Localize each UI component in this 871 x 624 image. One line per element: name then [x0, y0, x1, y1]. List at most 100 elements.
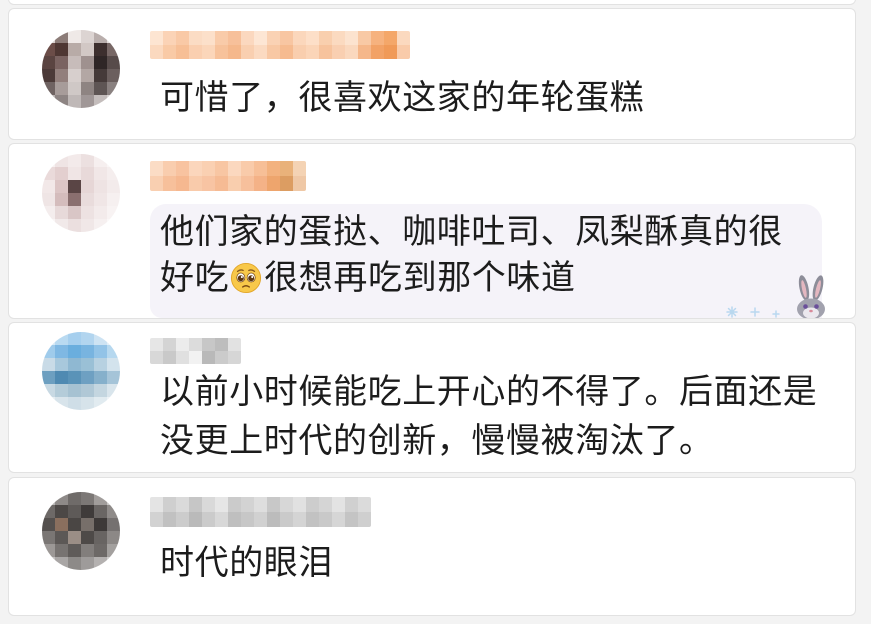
mosaic-cell — [42, 167, 55, 180]
mosaic-cell — [163, 45, 176, 59]
mosaic-cell — [68, 206, 81, 219]
mosaic-cell — [163, 351, 176, 364]
avatar[interactable] — [42, 332, 120, 410]
mosaic-cell — [81, 219, 94, 232]
mosaic-cell — [176, 512, 189, 527]
mosaic-cell — [42, 30, 55, 43]
mosaic-cell — [371, 45, 384, 59]
mosaic-cell — [107, 206, 120, 219]
mosaic-cell — [81, 154, 94, 167]
mosaic-cell — [55, 154, 68, 167]
mosaic-cell — [189, 31, 202, 45]
mosaic-cell — [68, 69, 81, 82]
mosaic-cell — [241, 512, 254, 527]
mosaic-cell — [55, 206, 68, 219]
mosaic-cell — [254, 31, 267, 45]
comment-text-line: 没更上时代的创新，慢慢被淘汰了。 — [160, 421, 714, 461]
mosaic-cell — [107, 371, 120, 384]
mosaic-cell — [150, 176, 163, 191]
mosaic-cell — [68, 345, 81, 358]
mosaic-cell — [306, 497, 319, 512]
mosaic-cell — [163, 338, 176, 351]
mosaic-cell — [150, 497, 163, 512]
mosaic-cell — [293, 176, 306, 191]
avatar[interactable] — [42, 154, 120, 232]
mosaic-cell — [68, 397, 81, 410]
username-blurred[interactable] — [150, 161, 306, 191]
username-blurred[interactable] — [150, 497, 371, 527]
mosaic-cell — [202, 176, 215, 191]
mosaic-cell — [319, 497, 332, 512]
mosaic-cell — [55, 332, 68, 345]
mosaic-cell — [55, 518, 68, 531]
mosaic-cell — [68, 82, 81, 95]
mosaic-cell — [81, 82, 94, 95]
mosaic-cell — [150, 31, 163, 45]
mosaic-cell — [42, 193, 55, 206]
mosaic-cell — [189, 338, 202, 351]
mosaic-cell — [42, 345, 55, 358]
mosaic-cell — [94, 43, 107, 56]
mosaic-cell — [241, 497, 254, 512]
username-blurred[interactable] — [150, 338, 241, 364]
mosaic-cell — [68, 180, 81, 193]
avatar[interactable] — [42, 30, 120, 108]
mosaic-cell — [94, 332, 107, 345]
mosaic-cell — [68, 43, 81, 56]
mosaic-cell — [81, 180, 94, 193]
mosaic-cell — [332, 512, 345, 527]
avatar[interactable] — [42, 492, 120, 570]
mosaic-cell — [94, 193, 107, 206]
mosaic-cell — [107, 492, 120, 505]
mosaic-cell — [94, 95, 107, 108]
mosaic-cell — [358, 512, 371, 527]
mosaic-cell — [267, 176, 280, 191]
mosaic-cell — [150, 338, 163, 351]
mosaic-cell — [345, 512, 358, 527]
mosaic-cell — [42, 492, 55, 505]
mosaic-cell — [280, 45, 293, 59]
username-blurred[interactable] — [150, 31, 410, 59]
comment-card[interactable]: 时代的眼泪 — [8, 477, 856, 616]
mosaic-cell — [267, 512, 280, 527]
mosaic-cell — [81, 518, 94, 531]
mosaic-cell — [94, 544, 107, 557]
mosaic-cell — [68, 371, 81, 384]
mosaic-cell — [280, 31, 293, 45]
mosaic-cell — [254, 176, 267, 191]
mosaic-cell — [306, 45, 319, 59]
mosaic-cell — [358, 45, 371, 59]
mosaic-cell — [254, 161, 267, 176]
mosaic-cell — [293, 497, 306, 512]
mosaic-cell — [68, 557, 81, 570]
mosaic-cell — [68, 332, 81, 345]
comment-card[interactable]: 他们家的蛋挞、咖啡吐司、凤梨酥真的很 好吃 很想再吃到那个味道 — [8, 143, 856, 319]
mosaic-cell — [55, 69, 68, 82]
mosaic-cell — [94, 384, 107, 397]
comment-card[interactable]: 以前小时候能吃上开心的不得了。后面还是 没更上时代的创新，慢慢被淘汰了。 — [8, 322, 856, 473]
mosaic-cell — [228, 161, 241, 176]
mosaic-cell — [306, 512, 319, 527]
mosaic-cell — [107, 43, 120, 56]
mosaic-cell — [94, 518, 107, 531]
mosaic-cell — [107, 397, 120, 410]
mosaic-cell — [107, 544, 120, 557]
mosaic-cell — [267, 161, 280, 176]
mosaic-cell — [228, 176, 241, 191]
mosaic-cell — [55, 544, 68, 557]
mosaic-cell — [189, 161, 202, 176]
mosaic-cell — [397, 31, 410, 45]
mosaic-cell — [228, 45, 241, 59]
mosaic-cell — [55, 384, 68, 397]
comment-card[interactable]: 可惜了，很喜欢这家的年轮蛋糕 — [8, 8, 856, 140]
mosaic-cell — [176, 176, 189, 191]
mosaic-cell — [107, 505, 120, 518]
mosaic-cell — [202, 45, 215, 59]
mosaic-cell — [94, 358, 107, 371]
previous-comment-card-edge — [8, 0, 856, 5]
mosaic-cell — [81, 206, 94, 219]
mosaic-cell — [163, 512, 176, 527]
mosaic-cell — [94, 492, 107, 505]
mosaic-cell — [228, 497, 241, 512]
mosaic-cell — [81, 167, 94, 180]
